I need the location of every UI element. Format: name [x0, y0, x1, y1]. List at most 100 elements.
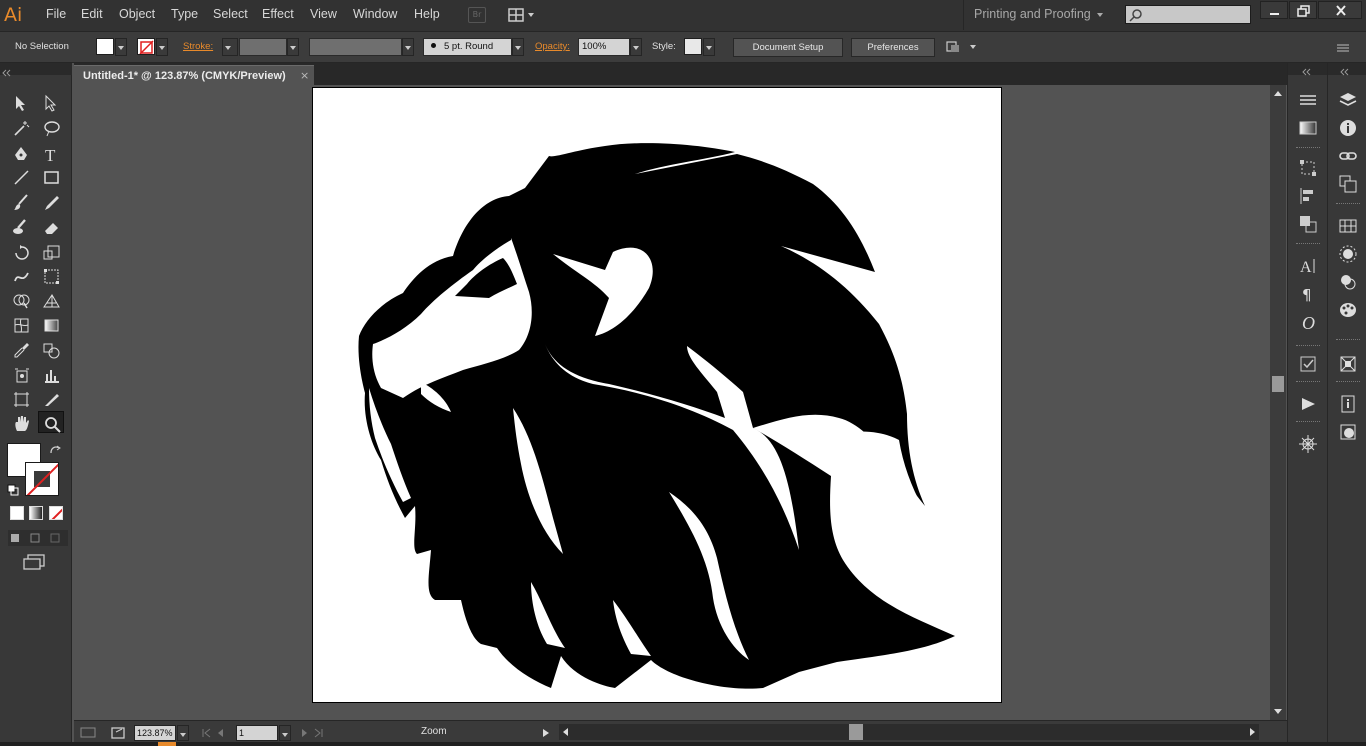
brush-definition-dropdown[interactable] — [512, 38, 524, 56]
menu-file[interactable]: File — [46, 7, 66, 21]
separations-panel-button[interactable] — [1295, 351, 1321, 377]
eraser-tool[interactable] — [38, 215, 64, 237]
help-search-input[interactable] — [1125, 5, 1251, 24]
graphic-style-swatch[interactable] — [684, 38, 702, 55]
brushes-panel-button[interactable] — [1335, 241, 1361, 267]
panel-menu-button[interactable] — [1295, 87, 1321, 113]
mesh-tool[interactable] — [8, 313, 34, 335]
brush-definition-field[interactable]: 5 pt. Round — [423, 38, 512, 56]
gradient-tool[interactable] — [38, 313, 64, 335]
swap-fill-stroke-icon[interactable] — [48, 443, 62, 457]
dock-grip[interactable] — [1328, 63, 1366, 76]
stroke-swatch[interactable] — [137, 38, 155, 55]
warp-tool[interactable] — [8, 264, 34, 286]
document-setup-button[interactable]: Document Setup — [733, 38, 843, 57]
menu-type[interactable]: Type — [171, 7, 198, 21]
stroke-weight-stepper[interactable] — [222, 38, 238, 56]
graphic-styles-panel-button[interactable] — [1335, 419, 1361, 445]
document-tab[interactable]: Untitled-1* @ 123.87% (CMYK/Preview) × — [74, 65, 314, 85]
arrange-documents-button[interactable] — [507, 6, 537, 24]
shape-builder-tool[interactable] — [8, 288, 34, 310]
artboard-number-field[interactable]: 1 — [236, 725, 278, 741]
variable-width-dropdown[interactable] — [402, 38, 414, 56]
rotate-tool[interactable] — [8, 240, 34, 262]
align-panel-button[interactable] — [1295, 183, 1321, 209]
lasso-tool[interactable] — [38, 116, 64, 138]
canvas-area[interactable] — [74, 85, 1270, 720]
direct-selection-tool[interactable] — [38, 91, 64, 113]
actions-panel-button[interactable] — [1295, 391, 1321, 417]
default-fill-stroke-icon[interactable] — [6, 483, 20, 497]
opacity-field[interactable]: 100% — [578, 38, 630, 56]
pen-tool[interactable] — [8, 142, 34, 164]
status-menu-icon[interactable] — [540, 726, 552, 740]
zoom-dropdown[interactable] — [177, 725, 189, 741]
layers-panel-button[interactable] — [1335, 87, 1361, 113]
dock-grip[interactable] — [1288, 63, 1327, 76]
artboard-dropdown[interactable] — [279, 725, 291, 741]
info-panel-button[interactable] — [1335, 115, 1361, 141]
tools-panel-grip[interactable] — [0, 63, 72, 77]
opentype-panel-button[interactable]: O — [1295, 309, 1321, 335]
workspace-switcher[interactable]: Printing and Proofing — [963, 0, 1113, 30]
stroke-color-box[interactable] — [25, 462, 59, 496]
preferences-button[interactable]: Preferences — [851, 38, 935, 57]
horizontal-scrollbar[interactable] — [559, 724, 1259, 740]
artboards-panel-button[interactable] — [1335, 171, 1361, 197]
symbol-sprayer-tool[interactable] — [8, 363, 34, 385]
horizontal-scroll-thumb[interactable] — [849, 724, 863, 740]
arrange-menu-button[interactable] — [944, 39, 978, 55]
pencil-tool[interactable] — [38, 190, 64, 212]
line-segment-tool[interactable] — [8, 165, 34, 187]
stroke-label[interactable]: Stroke: — [183, 41, 213, 52]
next-last-artboard-icon[interactable] — [298, 726, 334, 742]
close-button[interactable] — [1318, 1, 1362, 19]
vertical-scroll-thumb[interactable] — [1272, 376, 1284, 392]
transform-panel-button[interactable] — [1295, 155, 1321, 181]
character-panel-button[interactable]: A — [1295, 253, 1321, 279]
bridge-button[interactable]: Br — [468, 7, 486, 23]
slice-tool[interactable] — [38, 387, 64, 409]
status-icons[interactable] — [78, 724, 128, 744]
scroll-right-icon[interactable] — [1247, 724, 1259, 740]
stroke-weight-field[interactable] — [239, 38, 287, 56]
color-guide-panel-button[interactable] — [1335, 297, 1361, 323]
rectangle-tool[interactable] — [38, 165, 64, 187]
gradient-panel-button[interactable] — [1295, 115, 1321, 141]
gradient-mode-button[interactable] — [29, 506, 43, 520]
free-transform-tool[interactable] — [38, 264, 64, 286]
stroke-dropdown[interactable] — [156, 38, 168, 56]
first-previous-artboard-icon[interactable] — [199, 726, 235, 742]
menu-select[interactable]: Select — [213, 7, 248, 21]
artboard[interactable] — [312, 87, 1002, 703]
fill-swatch[interactable] — [96, 38, 114, 55]
vertical-scrollbar[interactable] — [1270, 85, 1286, 720]
menu-edit[interactable]: Edit — [81, 7, 103, 21]
scroll-up-icon[interactable] — [1270, 87, 1286, 101]
screen-mode-icon[interactable] — [22, 553, 48, 571]
paintbrush-tool[interactable] — [8, 190, 34, 212]
scroll-left-icon[interactable] — [559, 724, 571, 740]
menu-effect[interactable]: Effect — [262, 7, 294, 21]
opacity-dropdown[interactable] — [630, 38, 642, 56]
menu-object[interactable]: Object — [119, 7, 155, 21]
scale-tool[interactable] — [38, 240, 64, 262]
variable-width-profile[interactable] — [309, 38, 402, 56]
paragraph-panel-button[interactable]: ¶ — [1295, 281, 1321, 307]
draw-mode-icons[interactable] — [8, 530, 68, 546]
type-tool[interactable]: T — [38, 142, 64, 164]
restore-button[interactable] — [1289, 1, 1317, 19]
links-panel-button[interactable] — [1335, 143, 1361, 169]
swatches-panel-button[interactable] — [1335, 213, 1361, 239]
magic-wand-tool[interactable] — [8, 116, 34, 138]
eyedropper-tool[interactable] — [8, 338, 34, 360]
control-panel-menu[interactable] — [1334, 39, 1354, 55]
column-graph-tool[interactable] — [38, 363, 64, 385]
blob-brush-tool[interactable] — [8, 215, 34, 237]
symbols-panel-button[interactable] — [1335, 269, 1361, 295]
hand-tool[interactable] — [8, 411, 34, 433]
fill-dropdown[interactable] — [115, 38, 127, 56]
perspective-grid-tool[interactable] — [38, 288, 64, 310]
lion-artwork[interactable] — [313, 88, 1003, 704]
menu-view[interactable]: View — [310, 7, 337, 21]
